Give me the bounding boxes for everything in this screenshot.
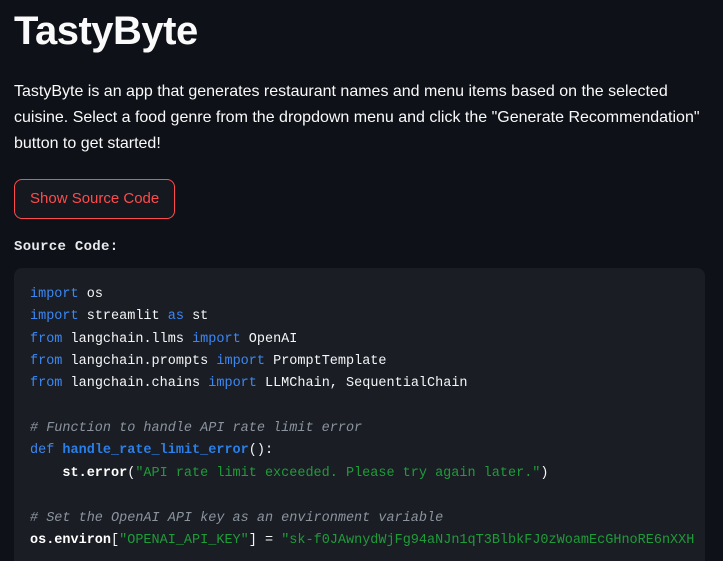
code-token: ] — [248, 533, 257, 549]
code-token: os.environ — [30, 533, 112, 549]
code-token: PromptTemplate — [273, 353, 387, 369]
streamlit-app-container: TastyByte TastyByte is an app that gener… — [0, 0, 723, 561]
code-token: st.error — [62, 465, 128, 481]
code-token: st — [192, 309, 209, 325]
code-line: import streamlit as st — [30, 306, 689, 328]
code-token: SequentialChain — [346, 376, 468, 392]
page-title: TastyByte — [14, 9, 198, 53]
code-token: import — [30, 286, 79, 302]
code-token: # Set the OpenAI API key as an environme… — [30, 510, 444, 526]
code-token: OpenAI — [248, 331, 298, 347]
python-code: import os import streamlit as st from lang… — [14, 284, 705, 553]
code-line: # Set the OpenAI API key as an environme… — [30, 508, 689, 530]
code-token: as — [167, 309, 184, 325]
code-token: def — [30, 443, 55, 459]
code-token: llms — [151, 331, 184, 347]
code-line: import os — [30, 284, 689, 306]
code-line: def handle_rate_limit_error(): — [30, 440, 689, 462]
code-token: langchain — [70, 353, 144, 369]
app-description: TastyByte is an app that generates resta… — [14, 83, 700, 152]
code-token: langchain — [70, 376, 144, 392]
code-token: "API rate limit exceeded. Please try aga… — [135, 465, 541, 481]
code-token: "OPENAI_API_KEY" — [119, 533, 249, 549]
code-token: streamlit — [86, 309, 160, 325]
source-code-block[interactable]: import os import streamlit as st from lang… — [14, 267, 705, 561]
code-token: from — [30, 353, 63, 369]
code-token: . — [143, 353, 152, 369]
code-token: import — [208, 376, 257, 392]
code-line: st.error("API rate limit exceeded. Pleas… — [30, 463, 689, 485]
code-token: LLMChain — [264, 376, 330, 392]
code-token: os — [86, 286, 103, 302]
code-token: "sk-f0JAwnydWjFg94aNJn1qT3BlbkFJ0zWoamEc… — [281, 533, 695, 549]
code-token: , — [329, 376, 338, 392]
code-token: from — [30, 376, 63, 392]
code-token: (): — [248, 443, 274, 459]
code-token: from — [30, 331, 63, 347]
code-token: langchain — [70, 331, 144, 347]
code-token: import — [216, 353, 265, 369]
code-token: prompts — [151, 353, 209, 369]
source-code-label: Source Code: — [14, 238, 119, 255]
code-token: chains — [151, 376, 201, 392]
code-line: from langchain.prompts import PromptTemp… — [30, 351, 689, 373]
code-line: # Function to handle API rate limit erro… — [30, 418, 689, 440]
code-token: . — [143, 331, 152, 347]
code-token: import — [30, 309, 79, 325]
code-token: handle_rate_limit_error — [62, 443, 249, 459]
code-token: [ — [111, 533, 120, 549]
code-token: ) — [540, 465, 549, 481]
code-line: from langchain.llms import OpenAI — [30, 329, 689, 351]
code-line: from langchain.chains import LLMChain, S… — [30, 373, 689, 395]
code-token: import — [192, 331, 241, 347]
code-token: . — [143, 376, 152, 392]
button-row: Show Source Code — [14, 157, 709, 219]
show-source-code-button[interactable]: Show Source Code — [14, 178, 176, 219]
code-token: = — [264, 533, 274, 549]
code-line: os.environ["OPENAI_API_KEY"] = "sk-f0JAw… — [30, 530, 694, 552]
code-token: # Function to handle API rate limit erro… — [30, 421, 363, 437]
